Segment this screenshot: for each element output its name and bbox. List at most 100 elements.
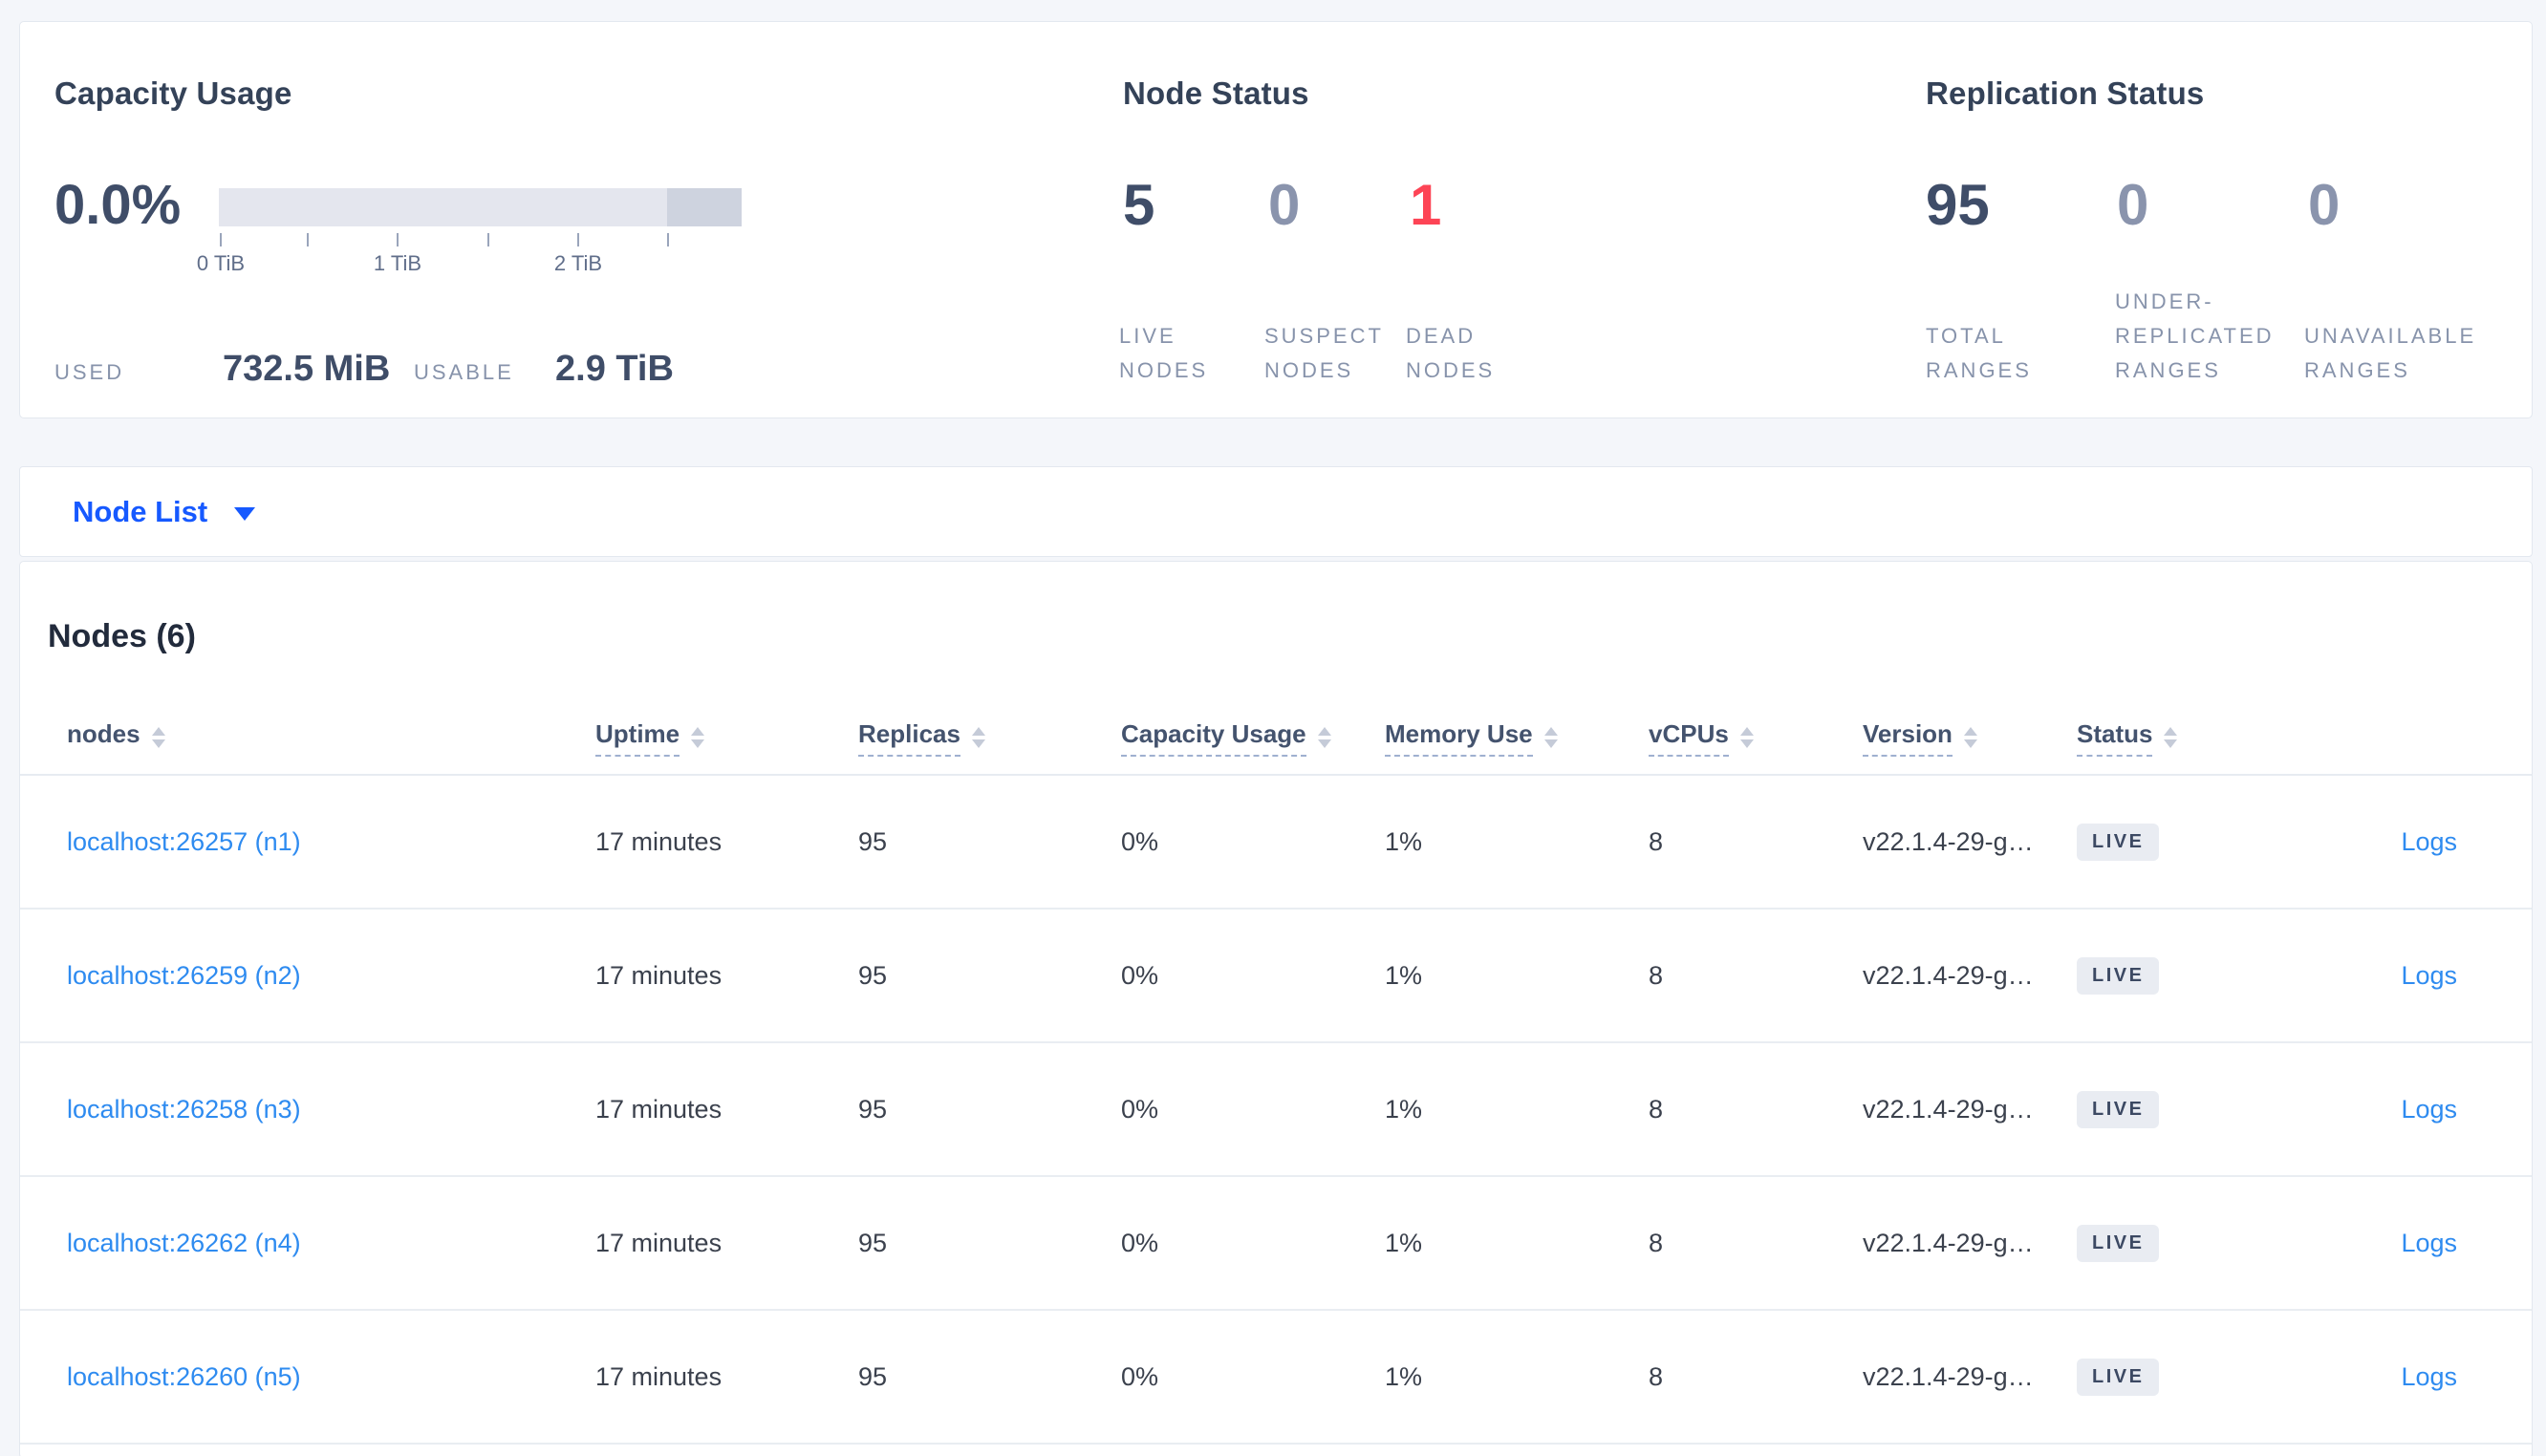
logs-link[interactable]: Logs <box>2401 1362 2457 1392</box>
sort-icon <box>691 727 705 748</box>
sort-icon <box>1739 727 1754 748</box>
column-header[interactable]: Memory Use <box>1385 701 1649 774</box>
sort-desc-icon <box>2164 739 2178 748</box>
sort-desc-icon <box>1739 739 1754 748</box>
table-row: localhost:26262 (n4) 17 minutes 95 0% 1%… <box>20 1177 2532 1311</box>
memory-use-cell: 1% <box>1385 826 1423 856</box>
unavailable-ranges-count: 0 <box>2308 173 2341 237</box>
memory-use-cell: 1% <box>1385 1361 1423 1391</box>
version-cell: v22.1.4-29-g… <box>1863 1228 2034 1257</box>
under-replicated-ranges-label: UNDER-REPLICATED RANGES <box>2115 289 2275 382</box>
column-header-label: Memory Use <box>1385 719 1533 757</box>
suspect-nodes-label: SUSPECT NODES <box>1264 324 1384 382</box>
used-value: 732.5 MiB <box>223 349 391 389</box>
status-badge: LIVE <box>2077 1358 2160 1396</box>
column-header[interactable]: Version <box>1863 701 2077 774</box>
suspect-nodes-count: 0 <box>1268 173 1301 237</box>
memory-use-cell: 1% <box>1385 960 1423 990</box>
column-header[interactable]: Capacity Usage <box>1121 701 1385 774</box>
column-header[interactable]: Uptime <box>595 701 858 774</box>
status-badge: LIVE <box>2077 823 2160 861</box>
node-status-title: Node Status <box>1123 75 1309 111</box>
axis-tick <box>487 233 489 246</box>
total-ranges-count: 95 <box>1926 173 1990 237</box>
sort-desc-icon <box>1543 739 1558 748</box>
replicas-cell: 95 <box>858 826 888 856</box>
sort-desc-icon <box>151 739 165 748</box>
vcpus-cell: 8 <box>1649 960 1664 990</box>
axis-tick <box>397 233 399 246</box>
axis-tick <box>220 233 222 246</box>
uptime-cell: 17 minutes <box>595 1361 723 1391</box>
logs-link[interactable]: Logs <box>2401 961 2457 991</box>
dead-nodes-count: 1 <box>1410 173 1442 237</box>
table-body: localhost:26257 (n1) 17 minutes 95 0% 1%… <box>20 776 2532 1445</box>
column-header-label: nodes <box>67 718 140 748</box>
sort-icon <box>151 727 165 748</box>
logs-link[interactable]: Logs <box>2401 1095 2457 1124</box>
column-header[interactable]: Replicas <box>858 701 1121 774</box>
sort-asc-icon <box>971 727 985 736</box>
sort-desc-icon <box>971 739 985 748</box>
sort-asc-icon <box>151 727 165 736</box>
replicas-cell: 95 <box>858 1361 888 1391</box>
view-dropdown[interactable]: Node List <box>73 495 256 529</box>
capacity-percent-value: 0.0% <box>54 174 182 236</box>
sort-asc-icon <box>2164 727 2178 736</box>
version-cell: v22.1.4-29-g… <box>1863 960 2034 990</box>
replicas-cell: 95 <box>858 1094 888 1124</box>
usable-value: 2.9 TiB <box>555 349 674 389</box>
column-header[interactable]: Status <box>2077 701 2314 774</box>
sort-icon <box>971 727 985 748</box>
axis-tick-label: 1 TiB <box>373 251 422 275</box>
column-header[interactable]: vCPUs <box>1649 701 1863 774</box>
vcpus-cell: 8 <box>1649 826 1664 856</box>
replicas-cell: 95 <box>858 1228 888 1257</box>
axis-tick-label: 2 TiB <box>553 251 603 275</box>
table-row: localhost:26259 (n2) 17 minutes 95 0% 1%… <box>20 910 2532 1043</box>
table-header-row: nodes Uptime Replicas Capacity Usage Mem… <box>20 701 2532 776</box>
dead-nodes-label: DEAD NODES <box>1406 324 1496 382</box>
node-link[interactable]: localhost:26262 (n4) <box>67 1229 301 1258</box>
nodes-table-title: Nodes (6) <box>48 618 196 654</box>
node-link[interactable]: localhost:26260 (n5) <box>67 1362 301 1392</box>
capacity-bar <box>219 188 742 226</box>
capacity-usage-cell: 0% <box>1121 1228 1159 1257</box>
sort-desc-icon <box>1963 739 1977 748</box>
uptime-cell: 17 minutes <box>595 960 723 990</box>
capacity-usage-cell: 0% <box>1121 960 1159 990</box>
logs-link[interactable]: Logs <box>2401 1229 2457 1258</box>
memory-use-cell: 1% <box>1385 1228 1423 1257</box>
memory-use-cell: 1% <box>1385 1094 1423 1124</box>
node-link[interactable]: localhost:26258 (n3) <box>67 1095 301 1124</box>
column-header-label: Version <box>1863 719 1953 757</box>
table-row: localhost:26257 (n1) 17 minutes 95 0% 1%… <box>20 776 2532 910</box>
under-replicated-ranges-count: 0 <box>2117 173 2149 237</box>
sort-icon <box>1543 727 1558 748</box>
nodes-table-card: Nodes (6) nodes Uptime Replicas Capacity… <box>19 561 2533 1456</box>
column-header-label: Uptime <box>595 719 680 757</box>
node-link[interactable]: localhost:26257 (n1) <box>67 827 301 857</box>
sort-asc-icon <box>1543 727 1558 736</box>
table-row: localhost:26258 (n3) 17 minutes 95 0% 1%… <box>20 1043 2532 1177</box>
vcpus-cell: 8 <box>1649 1094 1664 1124</box>
axis-tick <box>577 233 579 246</box>
capacity-usage-title: Capacity Usage <box>54 75 292 111</box>
status-badge: LIVE <box>2077 1090 2160 1128</box>
live-nodes-count: 5 <box>1123 173 1155 237</box>
table-row: localhost:26260 (n5) 17 minutes 95 0% 1%… <box>20 1311 2532 1445</box>
cluster-summary-card: Capacity Usage 0.0% 0 TiB 1 TiB 2 TiB US… <box>19 21 2533 418</box>
view-selector-bar: Node List <box>19 466 2533 557</box>
sort-asc-icon <box>691 727 705 736</box>
replicas-cell: 95 <box>858 960 888 990</box>
status-badge: LIVE <box>2077 1224 2160 1262</box>
capacity-usage-cell: 0% <box>1121 1361 1159 1391</box>
status-badge: LIVE <box>2077 956 2160 995</box>
column-header[interactable]: nodes <box>67 701 595 774</box>
column-header-label: Status <box>2077 719 2153 757</box>
sort-asc-icon <box>1963 727 1977 736</box>
node-link[interactable]: localhost:26259 (n2) <box>67 961 301 991</box>
logs-link[interactable]: Logs <box>2401 827 2457 857</box>
axis-tick <box>307 233 309 246</box>
version-cell: v22.1.4-29-g… <box>1863 826 2034 856</box>
